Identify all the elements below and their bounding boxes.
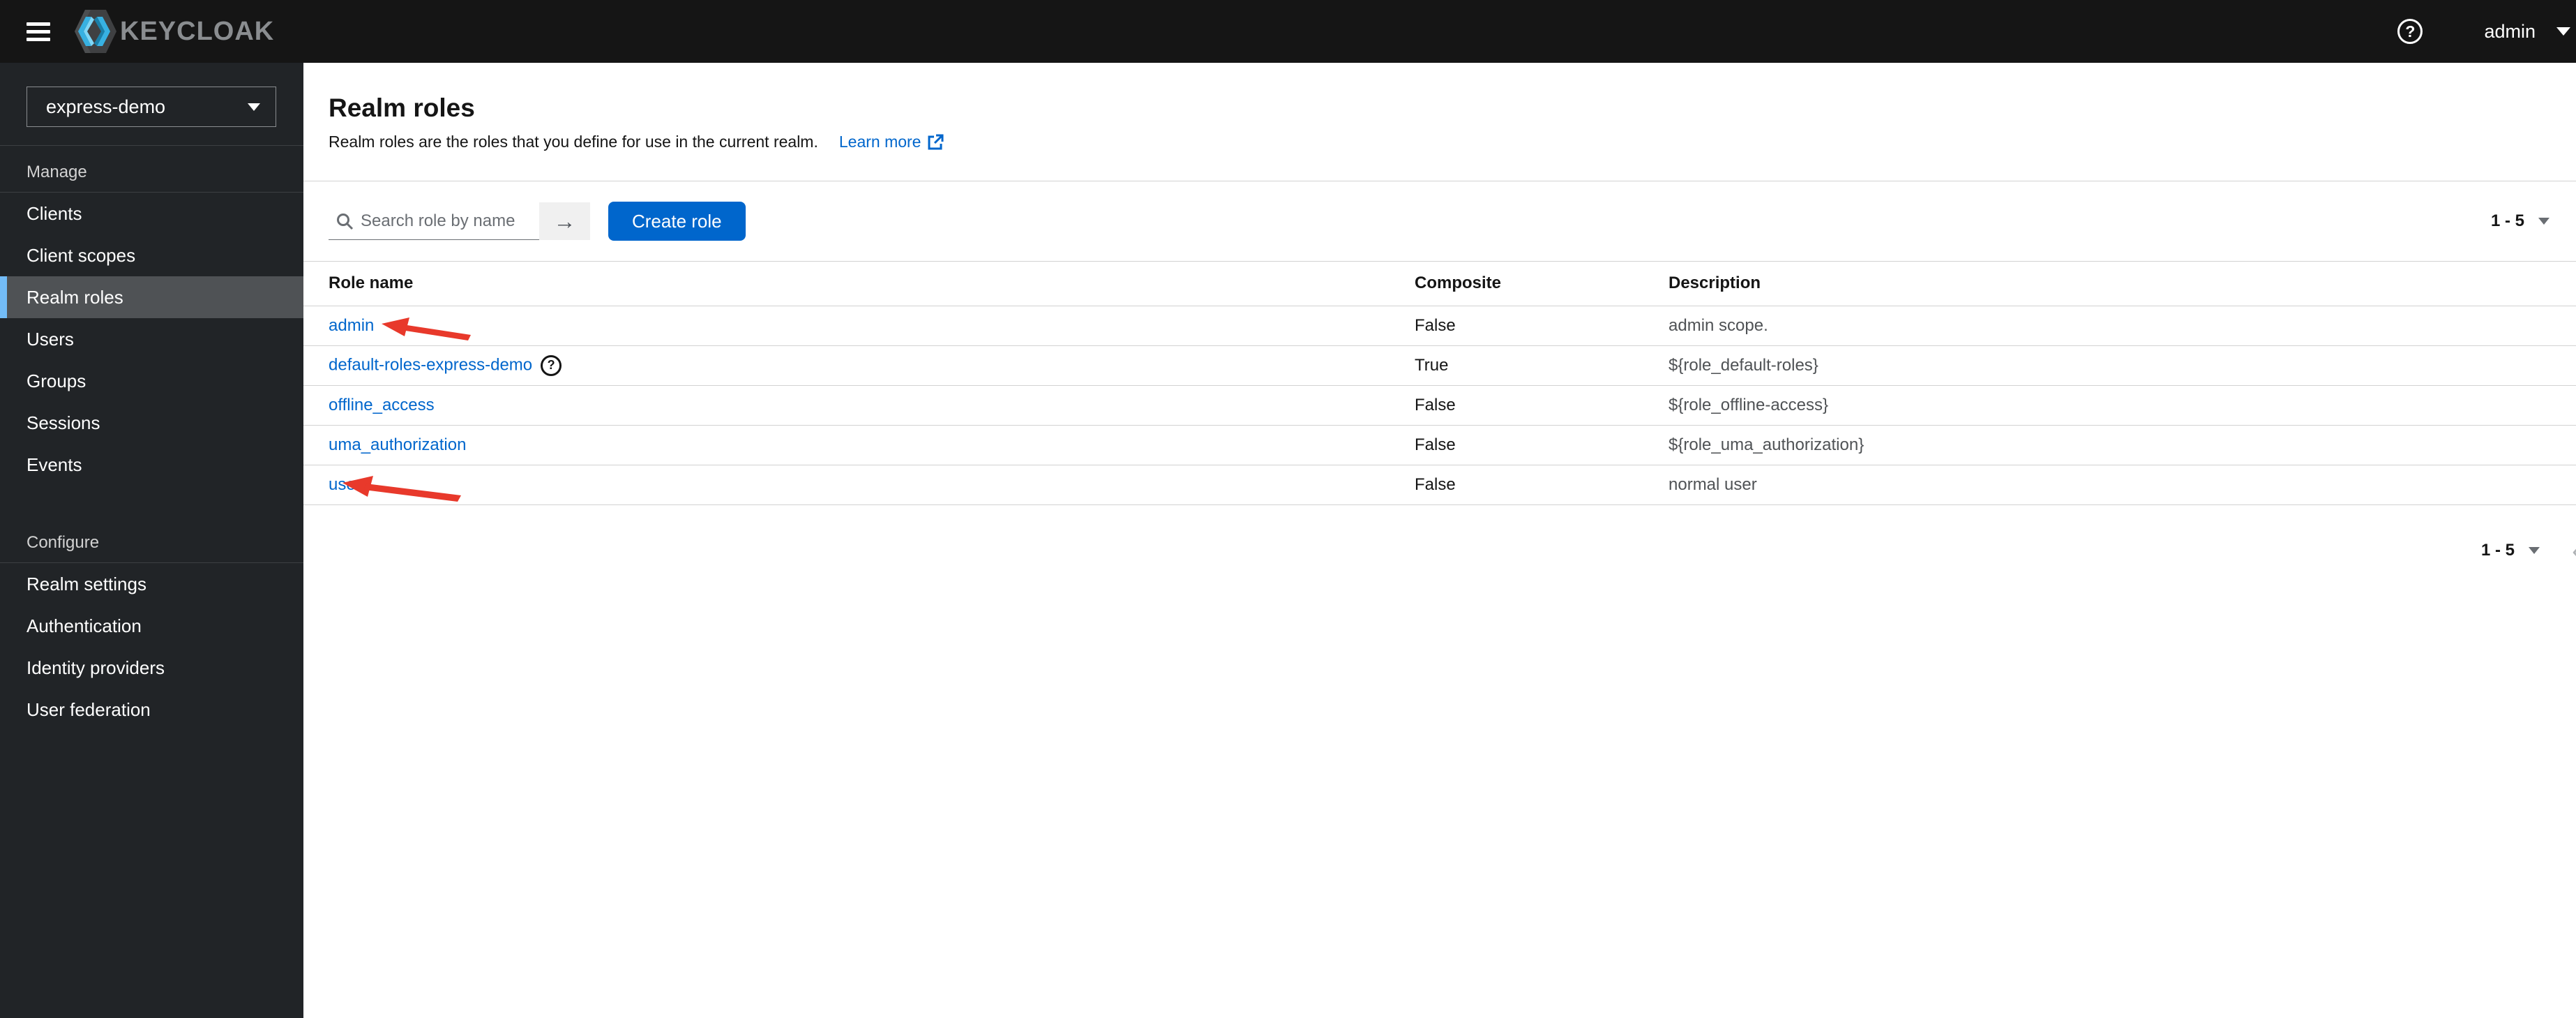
sidebar-item-events[interactable]: Events bbox=[0, 444, 303, 486]
arrow-right-icon: → bbox=[553, 208, 576, 234]
hamburger-icon bbox=[27, 37, 50, 41]
keycloak-logo-icon bbox=[75, 10, 116, 53]
pagination-top[interactable]: 1 - 5 bbox=[2491, 211, 2549, 231]
toolbar: → Create role 1 - 5 bbox=[303, 181, 2576, 262]
nav-toggle-button[interactable] bbox=[27, 22, 50, 41]
composite-cell: False bbox=[1415, 385, 1669, 426]
sidebar-item-authentication[interactable]: Authentication bbox=[0, 605, 303, 647]
table-row: user False normal user bbox=[303, 465, 2576, 505]
learn-more-label: Learn more bbox=[838, 133, 921, 151]
caret-down-icon bbox=[2529, 546, 2540, 554]
search-submit-button[interactable]: → bbox=[539, 202, 590, 240]
pagination-range: 1 - 5 bbox=[2480, 540, 2515, 560]
realm-selector-section: express-demo bbox=[0, 63, 303, 146]
role-link-admin[interactable]: admin bbox=[329, 316, 374, 335]
question-circle-icon[interactable]: ? bbox=[541, 354, 562, 376]
role-link-user[interactable]: user bbox=[329, 475, 361, 494]
page-description: Realm roles are the roles that you defin… bbox=[329, 133, 818, 151]
sidebar-item-users[interactable]: Users bbox=[0, 318, 303, 360]
role-link-offline-access[interactable]: offline_access bbox=[329, 396, 435, 414]
user-menu-label: admin bbox=[2484, 20, 2536, 42]
keycloak-logo: KEYCLOAK bbox=[74, 8, 274, 54]
pagination-bottom: 1 - 5 ‹ bbox=[303, 535, 2576, 564]
caret-down-icon bbox=[248, 103, 260, 111]
column-header-description: Description bbox=[1669, 262, 2576, 306]
page-title: Realm roles bbox=[329, 93, 475, 122]
help-icon[interactable]: ? bbox=[2397, 19, 2423, 44]
description-cell: ${role_default-roles} bbox=[1669, 345, 2576, 386]
table-row: offline_access False ${role_offline-acce… bbox=[303, 385, 2576, 426]
realm-roles-table: Role name Composite Description admin Fa… bbox=[303, 262, 2576, 505]
pagination-bottom-toggle[interactable]: 1 - 5 bbox=[2481, 541, 2540, 560]
caret-down-icon bbox=[2556, 27, 2570, 36]
table-row: uma_authorization False ${role_uma_autho… bbox=[303, 425, 2576, 465]
composite-cell: True bbox=[1415, 345, 1669, 386]
composite-cell: False bbox=[1415, 465, 1669, 505]
caret-down-icon bbox=[2538, 218, 2549, 225]
main-content: Realm roles Realm roles are the roles th… bbox=[303, 63, 2576, 1018]
sidebar-item-identity-providers[interactable]: Identity providers bbox=[0, 647, 303, 689]
sidebar-item-client-scopes[interactable]: Client scopes bbox=[0, 234, 303, 276]
role-link-default-roles[interactable]: default-roles-express-demo bbox=[329, 355, 532, 374]
realm-selector[interactable]: express-demo bbox=[27, 87, 276, 127]
masthead: KEYCLOAK ? admin bbox=[0, 0, 2576, 63]
description-cell: ${role_uma_authorization} bbox=[1669, 425, 2576, 465]
table-row: default-roles-express-demo? True ${role_… bbox=[303, 345, 2576, 386]
table-header-row: Role name Composite Description bbox=[303, 262, 2576, 306]
hamburger-icon bbox=[27, 29, 50, 33]
sidebar-item-realm-roles[interactable]: Realm roles bbox=[0, 276, 303, 318]
column-header-role-name: Role name bbox=[303, 262, 1415, 306]
description-cell: admin scope. bbox=[1669, 306, 2576, 346]
page-description-row: Realm roles are the roles that you defin… bbox=[329, 133, 2549, 151]
angle-left-icon[interactable]: ‹ bbox=[2572, 535, 2576, 564]
search-icon bbox=[336, 202, 354, 239]
nav-section-title: Configure bbox=[0, 516, 303, 563]
nav-section-manage: Manage Clients Client scopes Realm roles… bbox=[0, 146, 303, 486]
search-group: → bbox=[329, 202, 590, 240]
search-input[interactable] bbox=[329, 202, 539, 239]
user-menu[interactable]: admin bbox=[2484, 21, 2570, 43]
sidebar-item-sessions[interactable]: Sessions bbox=[0, 402, 303, 444]
description-cell: ${role_offline-access} bbox=[1669, 385, 2576, 426]
column-header-composite: Composite bbox=[1415, 262, 1669, 306]
sidebar: express-demo Manage Clients Client scope… bbox=[0, 63, 303, 1018]
pagination-range: 1 - 5 bbox=[2490, 211, 2524, 230]
nav-section-configure: Configure Realm settings Authentication … bbox=[0, 516, 303, 731]
hamburger-icon bbox=[27, 22, 50, 26]
composite-cell: False bbox=[1415, 425, 1669, 465]
search-input-wrap bbox=[329, 202, 539, 240]
description-cell: normal user bbox=[1669, 465, 2576, 505]
page-header: Realm roles Realm roles are the roles th… bbox=[303, 63, 2576, 181]
sidebar-item-groups[interactable]: Groups bbox=[0, 360, 303, 402]
nav-section-title: Manage bbox=[0, 146, 303, 193]
sidebar-item-clients[interactable]: Clients bbox=[0, 193, 303, 234]
realm-selector-label: express-demo bbox=[46, 96, 166, 117]
table-row: admin False admin scope. bbox=[303, 306, 2576, 346]
create-role-button[interactable]: Create role bbox=[608, 202, 746, 241]
question-glyph: ? bbox=[547, 358, 555, 372]
learn-more-link[interactable]: Learn more bbox=[839, 133, 944, 151]
role-link-uma-authorization[interactable]: uma_authorization bbox=[329, 435, 466, 454]
composite-cell: False bbox=[1415, 306, 1669, 346]
sidebar-item-realm-settings[interactable]: Realm settings bbox=[0, 563, 303, 605]
layout: express-demo Manage Clients Client scope… bbox=[0, 63, 2576, 1018]
brand-text: KEYCLOAK bbox=[120, 16, 275, 46]
sidebar-item-user-federation[interactable]: User federation bbox=[0, 689, 303, 731]
question-glyph: ? bbox=[2405, 22, 2416, 40]
external-link-icon bbox=[928, 134, 944, 149]
